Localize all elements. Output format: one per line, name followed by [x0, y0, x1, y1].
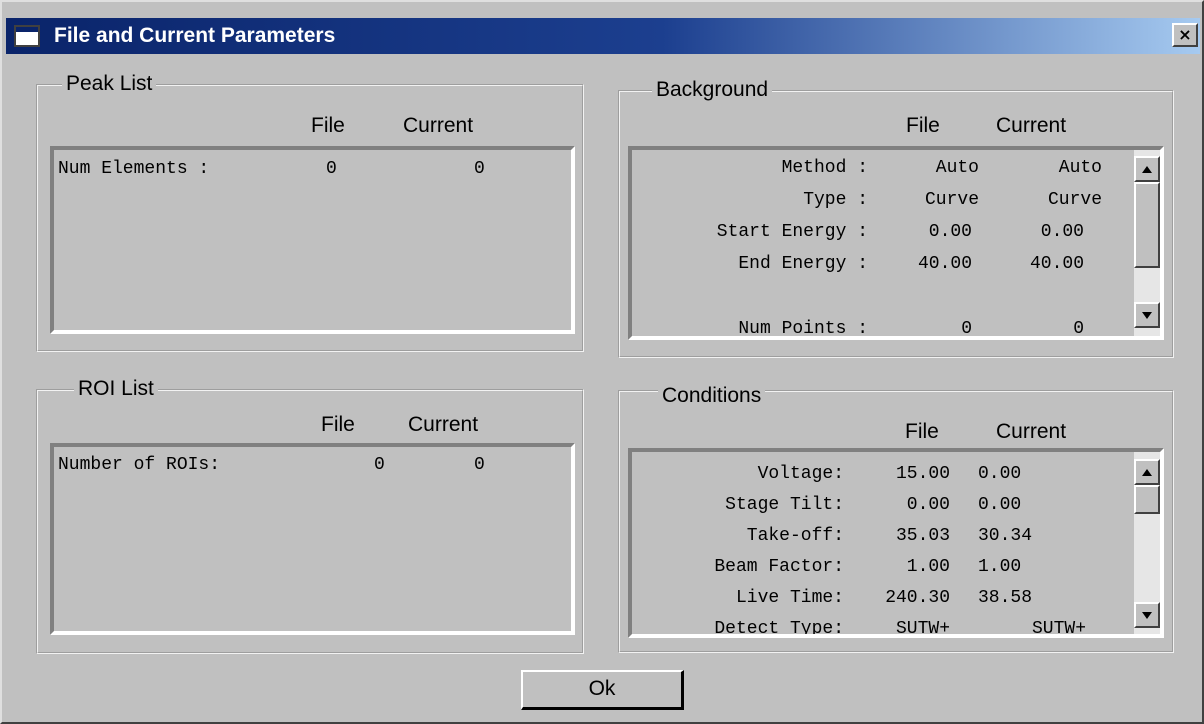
row-file-value: Curve [924, 190, 979, 210]
row-label: Start Energy : [716, 222, 868, 242]
scroll-thumb[interactable] [1134, 182, 1160, 268]
row-file-value: 0.00 [928, 222, 972, 242]
row-label: Take-off: [746, 526, 844, 546]
row-file-value: 0 [326, 159, 337, 179]
title-bar[interactable]: File and Current Parameters × [6, 18, 1200, 54]
list-item: Method : Auto Auto [632, 152, 1122, 184]
row-file-value: Auto [935, 158, 979, 178]
roi-list-legend: ROI List [74, 376, 158, 402]
row-current-value: Auto [1058, 158, 1102, 178]
row-label: Live Time: [735, 588, 844, 608]
conditions-header-file: File [905, 420, 939, 443]
arrow-up-icon [1142, 166, 1152, 173]
arrow-up-icon [1142, 469, 1152, 476]
peak-list-box[interactable]: Num Elements : 0 0 [50, 146, 575, 334]
row-current-value: 0 [1073, 319, 1084, 339]
row-current-value: 38.58 [978, 588, 1033, 608]
background-scrollbar[interactable] [1134, 150, 1160, 336]
conditions-list-box[interactable]: Voltage: 15.00 0.00 Stage Tilt: 0.00 0.0… [628, 448, 1164, 638]
dialog-window: File and Current Parameters × Peak List … [0, 0, 1204, 724]
row-current-value: 0.00 [978, 464, 1022, 484]
row-file-value: 35.03 [895, 526, 950, 546]
roi-list-box[interactable]: Number of ROIs: 0 0 [50, 443, 575, 635]
close-button[interactable]: × [1172, 23, 1198, 47]
scroll-down-button[interactable] [1134, 602, 1160, 628]
row-current-value: 0.00 [978, 495, 1022, 515]
row-current-value: Curve [1047, 190, 1102, 210]
roi-list-header-current: Current [408, 413, 479, 436]
row-label: Type : [803, 190, 868, 210]
row-label: Beam Factor: [714, 557, 844, 577]
background-header-file: File [906, 114, 940, 137]
list-item: Take-off: 35.03 30.34 [632, 520, 1122, 552]
row-file-value: 0 [961, 319, 972, 339]
row-file-value: 0 [374, 455, 385, 475]
row-label: Detect Type: [714, 619, 844, 638]
row-label: End Energy : [738, 254, 868, 274]
conditions-scrollbar[interactable] [1134, 452, 1160, 634]
row-current-value: 1.00 [978, 557, 1022, 577]
roi-list-header-file: File [321, 413, 355, 436]
list-item: Num Points : 0 0 [632, 313, 1122, 339]
list-item: Start Energy : 0.00 0.00 [632, 216, 1122, 248]
row-current-value: SUTW+ [1031, 619, 1086, 638]
list-item: Detect Type: SUTW+ SUTW+ [632, 613, 1122, 638]
row-label: Num Points : [738, 319, 868, 339]
row-current-value: 30.34 [978, 526, 1033, 546]
scroll-up-button[interactable] [1134, 156, 1160, 182]
peak-list-header-current: Current [403, 114, 474, 137]
row-file-value: 15.00 [895, 464, 950, 484]
peak-list-group: Peak List File Current Num Elements : 0 … [36, 71, 584, 352]
row-current-value: 0.00 [1040, 222, 1084, 242]
row-label: Voltage: [757, 464, 844, 484]
list-item: Beam Factor: 1.00 1.00 [632, 551, 1122, 583]
scroll-down-button[interactable] [1134, 302, 1160, 328]
row-file-value: 40.00 [917, 254, 972, 274]
background-group: Background File Current Method : Auto Au… [618, 77, 1174, 358]
peak-list-header-file: File [311, 114, 345, 137]
row-current-value: 0 [474, 455, 485, 475]
conditions-group: Conditions File Current Voltage: 15.00 0… [618, 383, 1174, 653]
list-item: End Energy : 40.00 40.00 [632, 248, 1122, 280]
background-legend: Background [652, 77, 773, 103]
row-label: Number of ROIs: [58, 455, 221, 475]
window-title: File and Current Parameters [54, 24, 336, 47]
list-item: Stage Tilt: 0.00 0.00 [632, 489, 1122, 521]
list-item: Live Time: 240.30 38.58 [632, 582, 1122, 614]
conditions-legend: Conditions [658, 383, 766, 409]
row-current-value: 0 [474, 159, 485, 179]
list-item: Voltage: 15.00 0.00 [632, 458, 1122, 490]
row-file-value: 0.00 [906, 495, 950, 515]
close-icon: × [1178, 25, 1192, 44]
row-file-value: SUTW+ [895, 619, 950, 638]
row-label: Method : [781, 158, 868, 178]
list-item: Num Elements : 0 0 [54, 153, 571, 185]
row-file-value: 240.30 [885, 588, 950, 608]
background-header-current: Current [996, 114, 1067, 137]
ok-button[interactable]: Ok [521, 670, 684, 710]
window-app-icon [14, 25, 40, 47]
arrow-down-icon [1142, 612, 1152, 619]
roi-list-group: ROI List File Current Number of ROIs: 0 … [36, 376, 584, 654]
background-list-box[interactable]: Method : Auto Auto Type : Curve Curve St… [628, 146, 1164, 340]
list-item: Type : Curve Curve [632, 184, 1122, 216]
row-current-value: 40.00 [1029, 254, 1084, 274]
peak-list-legend: Peak List [62, 71, 157, 97]
arrow-down-icon [1142, 312, 1152, 319]
row-file-value: 1.00 [906, 557, 950, 577]
list-item: Number of ROIs: 0 0 [54, 449, 571, 481]
row-label: Num Elements : [58, 159, 210, 179]
conditions-header-current: Current [996, 420, 1067, 443]
scroll-up-button[interactable] [1134, 459, 1160, 485]
scroll-thumb[interactable] [1134, 485, 1160, 514]
row-label: Stage Tilt: [725, 495, 844, 515]
